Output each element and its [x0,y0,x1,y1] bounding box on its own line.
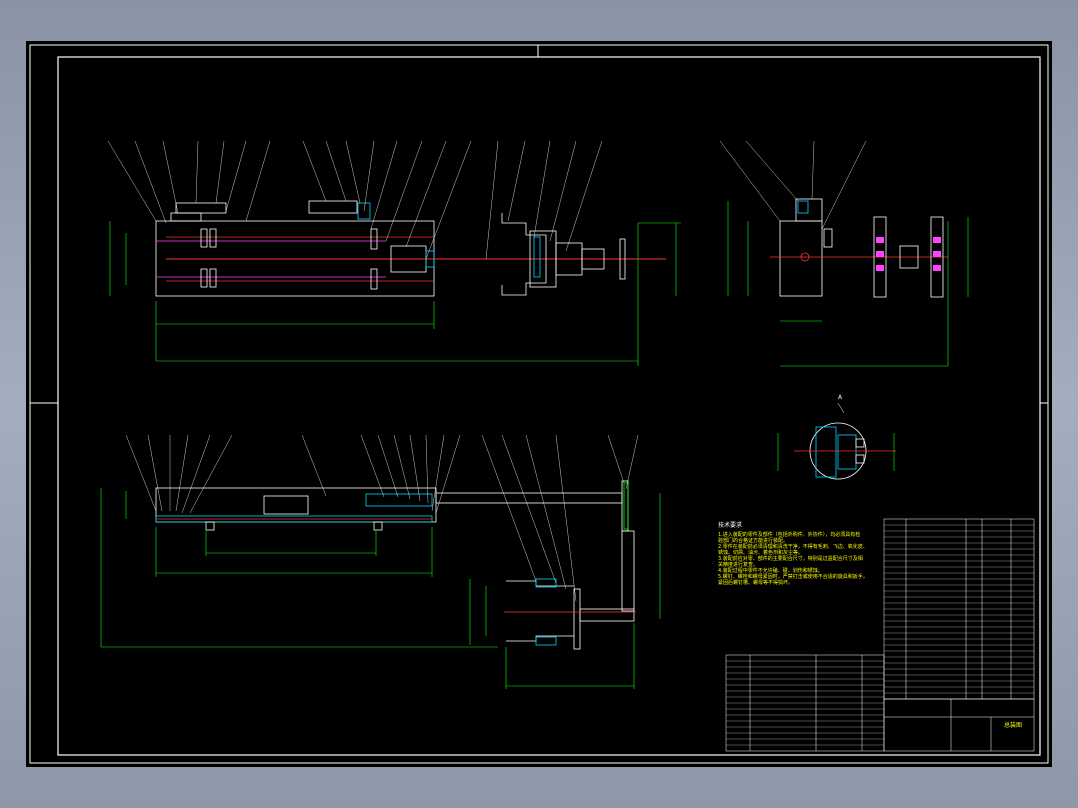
section-detail-a: A [777,394,896,480]
section-label: A [838,394,843,401]
technical-notes-title: 技术要求 [718,522,743,529]
cad-drawing: A [29,44,1049,764]
technical-notes-lines: 1.进入装配的零件及部件（包括外购件、外协件），均必须具有检 验部门的合格证方能进… [718,532,888,586]
drawing-name: 总装图 [1004,722,1023,729]
technical-notes: 技术要求 1.进入装配的零件及部件（包括外购件、外协件），均必须具有检 验部门的合… [718,522,888,587]
drawing-sheet: A 技术要求 1.进入装配的零件及部件（包括外购件、外协件），均必须具有检 验部… [26,41,1052,767]
technical-note-line: 紧固后螺钉槽、螺母等不得损坏。 [718,580,794,586]
front-view [107,140,681,366]
sheet-frame [29,44,1049,764]
side-view [719,140,969,367]
plan-view [100,434,661,689]
